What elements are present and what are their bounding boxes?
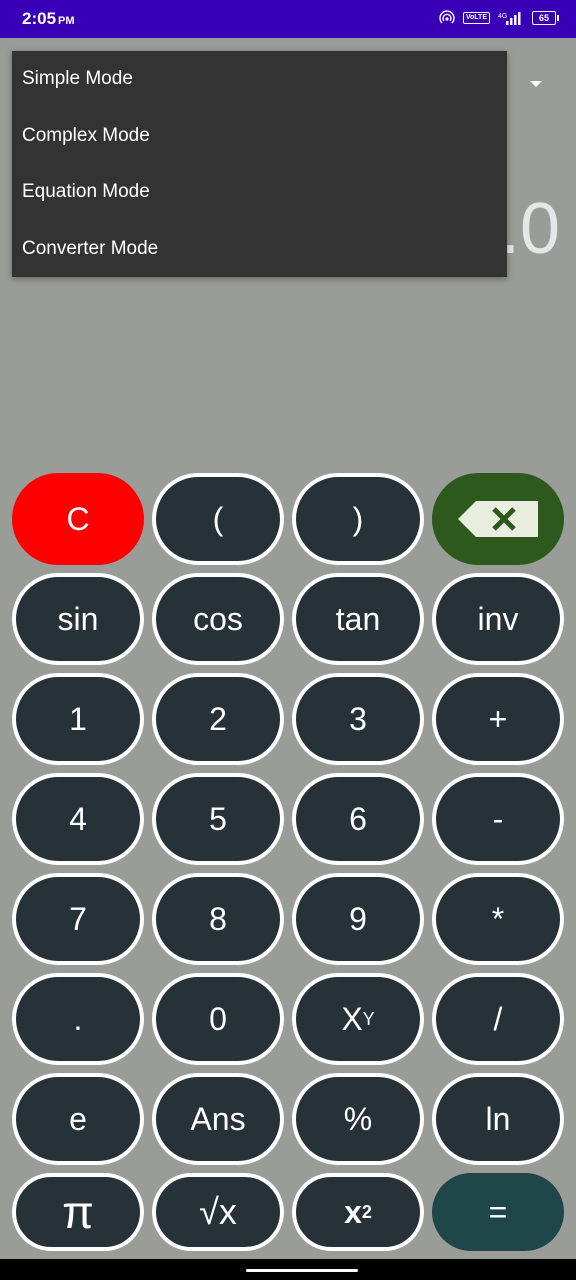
digit-3-button[interactable]: 3 [292,673,424,765]
power-button[interactable]: XY [292,973,424,1065]
open-paren-button[interactable]: ( [152,473,284,565]
keypad: C ( ) sin cos tan inv 1 2 3 + 4 5 6 - 7 … [12,473,565,1251]
cos-button[interactable]: cos [152,573,284,665]
clock-time: 2:05 [22,9,57,28]
navigation-bar [0,1259,576,1280]
percent-button[interactable]: % [292,1073,424,1165]
clock-ampm: PM [58,15,75,27]
close-paren-button[interactable]: ) [292,473,424,565]
digit-0-button[interactable]: 0 [152,973,284,1065]
pi-button[interactable]: π [12,1173,144,1251]
inv-button[interactable]: inv [432,573,564,665]
result-display: .0 [499,189,560,269]
status-bar: 2:05 PM VoLTE 4G 65 [0,0,576,38]
digit-5-button[interactable]: 5 [152,773,284,865]
home-gesture-handle[interactable] [246,1269,358,1272]
status-icons: VoLTE 4G 65 [439,10,559,26]
clear-button[interactable]: C [12,473,144,565]
mode-dropdown-menu: Simple Mode Complex Mode Equation Mode C… [12,51,507,277]
menu-item-complex-mode[interactable]: Complex Mode [12,108,507,165]
power-base-label: X [341,1000,363,1037]
ln-button[interactable]: ln [432,1073,564,1165]
divide-button[interactable]: / [432,973,564,1065]
digit-4-button[interactable]: 4 [12,773,144,865]
signal-icon: 4G [498,12,521,25]
battery-icon: 65 [532,11,559,25]
tan-button[interactable]: tan [292,573,424,665]
backspace-icon [458,501,538,537]
mode-spinner-arrow-icon[interactable] [530,81,542,87]
digit-9-button[interactable]: 9 [292,873,424,965]
e-constant-button[interactable]: e [12,1073,144,1165]
digit-8-button[interactable]: 8 [152,873,284,965]
square-button[interactable]: x2 [292,1173,424,1251]
hotspot-icon [439,10,455,24]
decimal-point-button[interactable]: . [12,973,144,1065]
svg-text:4G: 4G [498,13,507,20]
digit-6-button[interactable]: 6 [292,773,424,865]
equals-button[interactable]: = [432,1173,564,1251]
volte-badge: VoLTE [462,12,490,24]
status-time: 2:05 PM [22,9,75,29]
digit-1-button[interactable]: 1 [12,673,144,765]
digit-2-button[interactable]: 2 [152,673,284,765]
minus-button[interactable]: - [432,773,564,865]
menu-item-equation-mode[interactable]: Equation Mode [12,164,507,221]
square-base-label: x [344,1193,362,1230]
backspace-button[interactable] [432,473,564,565]
menu-item-simple-mode[interactable]: Simple Mode [12,51,507,108]
menu-item-converter-mode[interactable]: Converter Mode [12,221,507,278]
sqrt-button[interactable]: √x [152,1173,284,1251]
multiply-button[interactable]: * [432,873,564,965]
ans-button[interactable]: Ans [152,1073,284,1165]
plus-button[interactable]: + [432,673,564,765]
digit-7-button[interactable]: 7 [12,873,144,965]
sin-button[interactable]: sin [12,573,144,665]
